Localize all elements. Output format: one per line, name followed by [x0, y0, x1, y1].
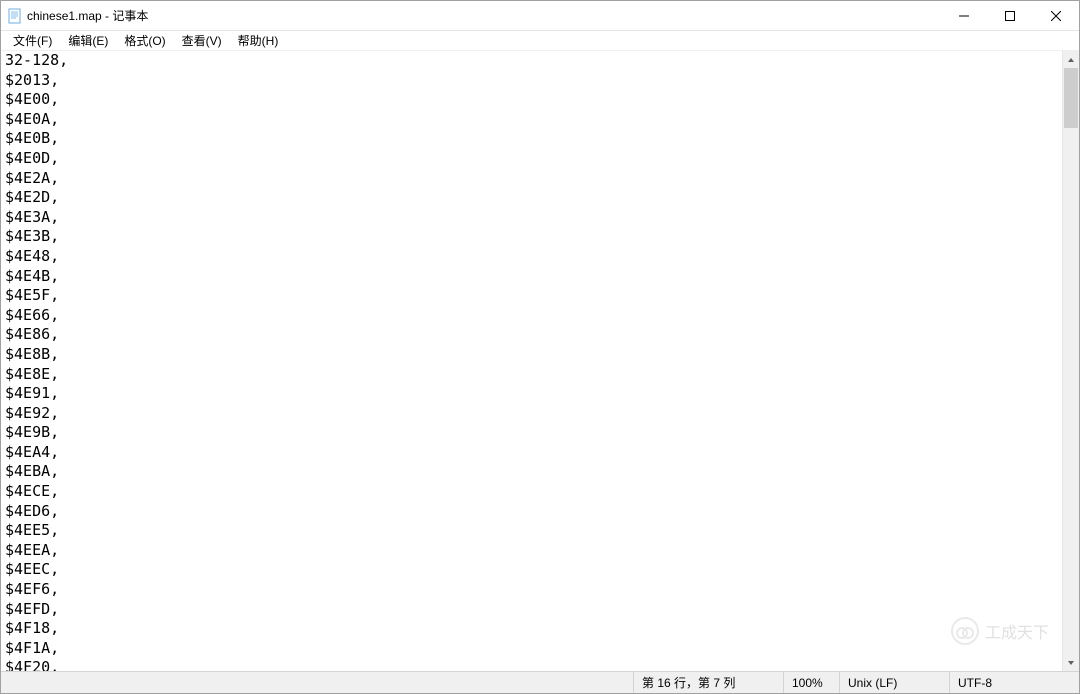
status-bar: 第 16 行，第 7 列 100% Unix (LF) UTF-8 — [1, 671, 1079, 693]
scroll-down-arrow[interactable] — [1063, 654, 1079, 671]
status-eol: Unix (LF) — [839, 672, 949, 693]
scroll-up-arrow[interactable] — [1063, 51, 1079, 68]
status-zoom: 100% — [783, 672, 839, 693]
text-editor[interactable]: 32-128, $2013, $4E00, $4E0A, $4E0B, $4E0… — [1, 51, 1062, 671]
menu-help[interactable]: 帮助(H) — [230, 31, 287, 50]
status-position: 第 16 行，第 7 列 — [633, 672, 783, 693]
window-title: chinese1.map - 记事本 — [27, 7, 941, 24]
menu-format[interactable]: 格式(O) — [116, 31, 173, 50]
close-button[interactable] — [1033, 1, 1079, 30]
title-bar: chinese1.map - 记事本 — [1, 1, 1079, 31]
minimize-button[interactable] — [941, 1, 987, 30]
menu-bar: 文件(F) 编辑(E) 格式(O) 查看(V) 帮助(H) — [1, 31, 1079, 51]
window-controls — [941, 1, 1079, 30]
content-area: 32-128, $2013, $4E00, $4E0A, $4E0B, $4E0… — [1, 51, 1079, 671]
maximize-button[interactable] — [987, 1, 1033, 30]
app-icon — [7, 8, 23, 24]
status-encoding: UTF-8 — [949, 672, 1079, 693]
menu-view[interactable]: 查看(V) — [174, 31, 230, 50]
scroll-track[interactable] — [1063, 68, 1079, 654]
menu-file[interactable]: 文件(F) — [5, 31, 60, 50]
vertical-scrollbar[interactable] — [1062, 51, 1079, 671]
scroll-thumb[interactable] — [1064, 68, 1078, 128]
menu-edit[interactable]: 编辑(E) — [60, 31, 116, 50]
